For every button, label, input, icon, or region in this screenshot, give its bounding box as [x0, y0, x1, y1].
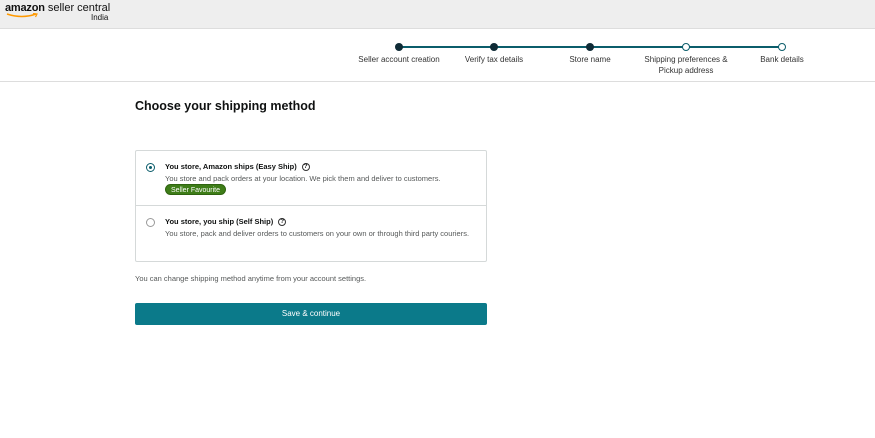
option-description: You store, pack and deliver orders to cu… [165, 229, 470, 238]
step-label: Seller account creation [358, 55, 440, 64]
step-dot-verify-tax-details [490, 43, 498, 51]
seller-favourite-badge: Seller Favourite [165, 184, 227, 195]
logo-region: India [91, 13, 109, 22]
radio-easy-ship[interactable] [146, 163, 155, 172]
option-title: You store, Amazon ships (Easy Ship)? [165, 162, 310, 171]
help-icon[interactable]: ? [301, 162, 310, 171]
onboarding-progress: Seller account creation Verify tax detai… [0, 29, 875, 82]
step-dot-store-name [586, 43, 594, 51]
help-icon[interactable]: ? [278, 217, 287, 226]
step-label: Store name [569, 55, 611, 64]
step-dot-seller-account-creation [395, 43, 403, 51]
step-label: Shipping preferences & Pickup address [644, 55, 728, 75]
option-description: You store and pack orders at your locati… [165, 174, 441, 183]
shipping-method-options: You store, Amazon ships (Easy Ship)? You… [135, 150, 487, 262]
option-title: You store, you ship (Self Ship)? [165, 217, 287, 226]
amazon-smile-icon [6, 13, 38, 18]
top-bar: amazon seller central India [0, 0, 875, 29]
page-title: Choose your shipping method [135, 99, 316, 113]
save-continue-button[interactable]: Save & continue [135, 303, 487, 325]
step-dot-bank-details [778, 43, 786, 51]
option-easy-ship[interactable]: You store, Amazon ships (Easy Ship)? You… [136, 151, 486, 206]
step-label: Verify tax details [464, 55, 524, 64]
radio-self-ship[interactable] [146, 218, 155, 227]
option-self-ship[interactable]: You store, you ship (Self Ship)? You sto… [136, 206, 486, 261]
step-label: Bank details [760, 55, 804, 64]
amazon-seller-central-logo[interactable]: amazon seller central India [5, 3, 110, 22]
shipping-change-note: You can change shipping method anytime f… [135, 274, 367, 283]
step-dot-shipping-preferences [682, 43, 690, 51]
